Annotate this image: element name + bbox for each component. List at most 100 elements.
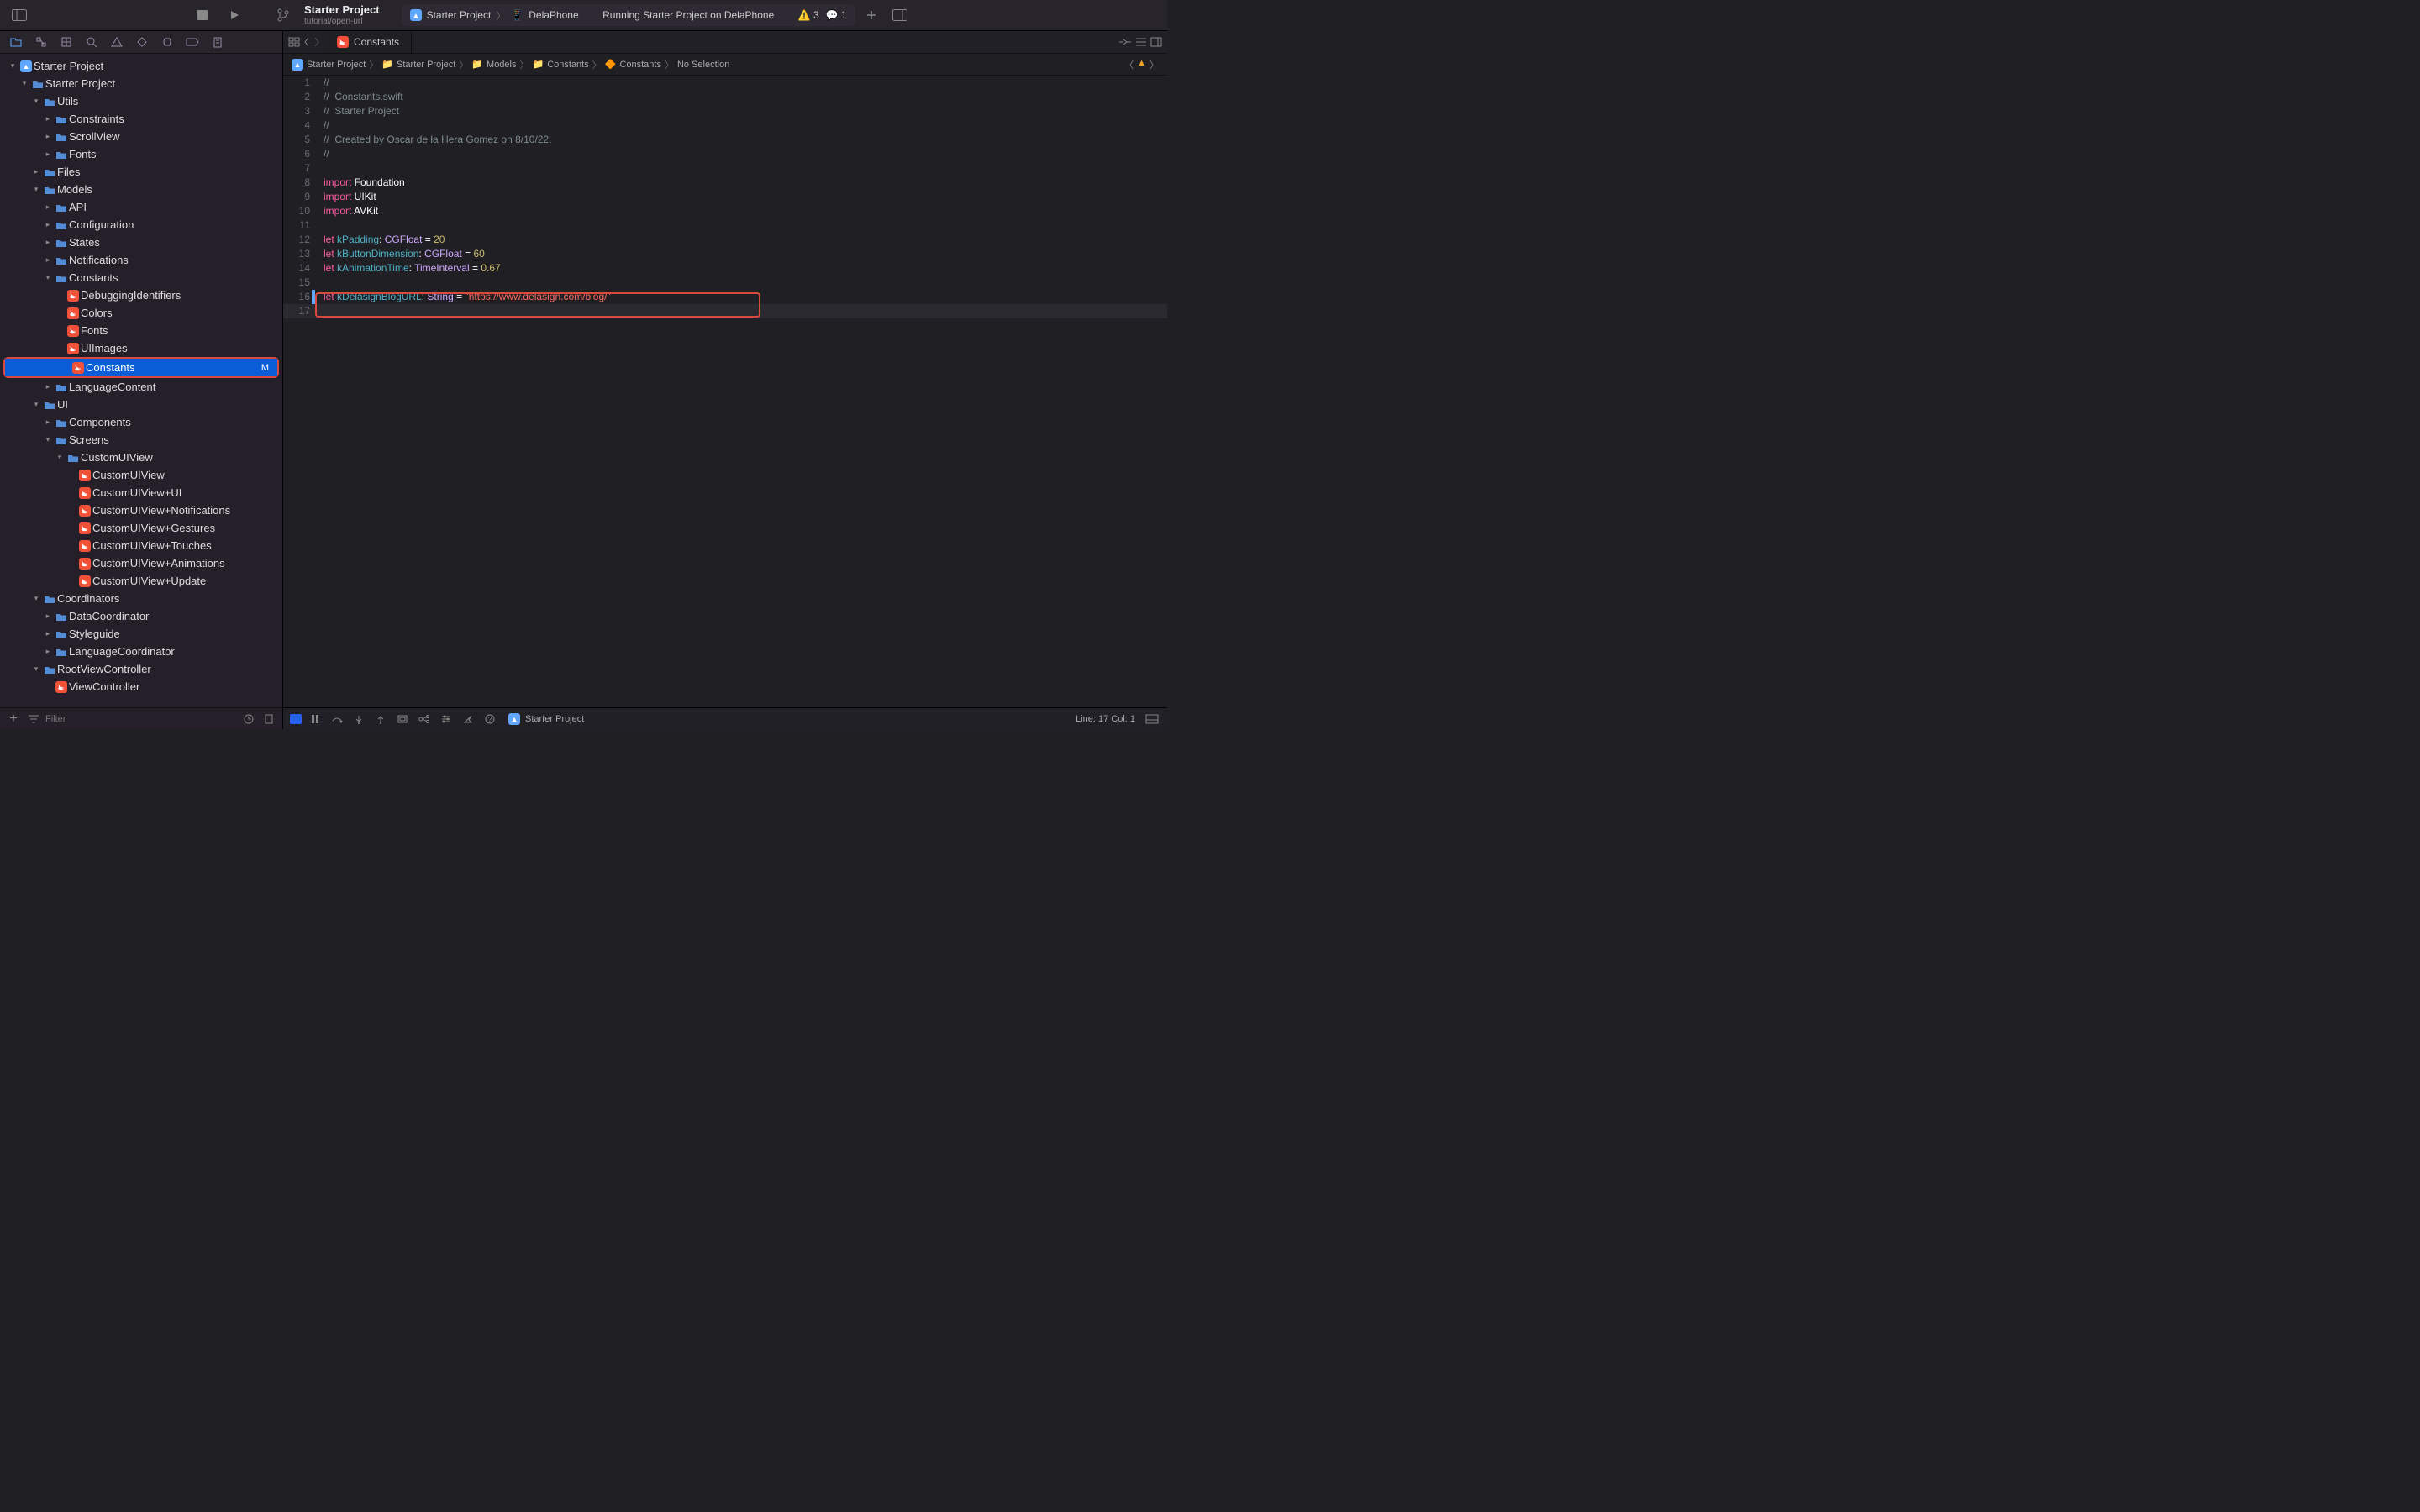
disclosure-chevron[interactable]: ▸	[42, 220, 54, 229]
breakpoint-nav-icon[interactable]	[182, 33, 203, 51]
tree-item-customuiview-notifications[interactable]: CustomUIView+Notifications	[0, 501, 282, 519]
tree-item-constraints[interactable]: ▸Constraints	[0, 110, 282, 128]
step-out-icon[interactable]	[372, 711, 389, 727]
code-line[interactable]: 2// Constants.swift	[283, 90, 1167, 104]
nav-forward-icon[interactable]	[313, 37, 320, 47]
tree-item-colors[interactable]: Colors	[0, 304, 282, 322]
disclosure-chevron[interactable]: ▸	[42, 382, 54, 391]
disclosure-chevron[interactable]: ▾	[54, 453, 66, 462]
disclosure-chevron[interactable]: ▸	[42, 417, 54, 427]
tree-item-uiimages[interactable]: UIImages	[0, 339, 282, 357]
tree-item-datacoordinator[interactable]: ▸DataCoordinator	[0, 607, 282, 625]
code-line[interactable]: 1//	[283, 76, 1167, 90]
code-line[interactable]: 10import AVKit	[283, 204, 1167, 218]
code-line[interactable]: 11	[283, 218, 1167, 233]
recent-files-icon[interactable]	[240, 711, 257, 727]
toggle-console-icon[interactable]	[1144, 711, 1160, 727]
editor-options-icon[interactable]	[1118, 37, 1132, 47]
tree-item-fonts[interactable]: Fonts	[0, 322, 282, 339]
tree-item-configuration[interactable]: ▸Configuration	[0, 216, 282, 234]
code-line[interactable]: 13let kButtonDimension: CGFloat = 60	[283, 247, 1167, 261]
related-items-icon[interactable]	[288, 37, 300, 47]
run-button[interactable]	[224, 5, 245, 25]
code-line[interactable]: 8import Foundation	[283, 176, 1167, 190]
tree-item-models[interactable]: ▾Models	[0, 181, 282, 198]
code-line[interactable]: 3// Starter Project	[283, 104, 1167, 118]
nav-back-icon[interactable]	[303, 37, 310, 47]
disclosure-chevron[interactable]: ▾	[42, 435, 54, 444]
code-editor[interactable]: 1//2// Constants.swift3// Starter Projec…	[283, 76, 1167, 707]
tree-item-scrollview[interactable]: ▸ScrollView	[0, 128, 282, 145]
symbol-nav-icon[interactable]	[55, 33, 77, 51]
toggle-navigator-icon[interactable]	[8, 5, 30, 25]
tree-item-viewcontroller[interactable]: ViewController	[0, 678, 282, 696]
step-over-icon[interactable]	[329, 711, 345, 727]
tree-item-api[interactable]: ▸API	[0, 198, 282, 216]
issue-icon[interactable]: ▲	[1137, 58, 1146, 71]
find-nav-icon[interactable]	[81, 33, 103, 51]
scheme-device[interactable]: DelaPhone	[529, 9, 578, 21]
report-nav-icon[interactable]	[207, 33, 229, 51]
messages-badge[interactable]: 💬 1	[826, 9, 847, 21]
disclosure-chevron[interactable]: ▾	[7, 61, 18, 71]
add-tab-icon[interactable]	[860, 5, 882, 25]
filter-input[interactable]	[45, 714, 237, 724]
add-assistant-icon[interactable]	[1150, 37, 1162, 47]
debug-pause-icon[interactable]	[307, 711, 324, 727]
location-icon[interactable]	[460, 711, 476, 727]
filter-scope-icon[interactable]	[25, 711, 42, 727]
code-line[interactable]: 12let kPadding: CGFloat = 20	[283, 233, 1167, 247]
tree-item-languagecontent[interactable]: ▸LanguageContent	[0, 378, 282, 396]
tree-item-rootviewcontroller[interactable]: ▾RootViewController	[0, 660, 282, 678]
tree-item-ui[interactable]: ▾UI	[0, 396, 282, 413]
tree-item-customuiview-update[interactable]: CustomUIView+Update	[0, 572, 282, 590]
help-icon[interactable]: ?	[481, 711, 498, 727]
tree-item-customuiview[interactable]: CustomUIView	[0, 466, 282, 484]
disclosure-chevron[interactable]: ▾	[42, 273, 54, 282]
disclosure-chevron[interactable]: ▸	[42, 629, 54, 638]
disclosure-chevron[interactable]: ▾	[30, 185, 42, 194]
test-nav-icon[interactable]	[131, 33, 153, 51]
tree-item-coordinators[interactable]: ▾Coordinators	[0, 590, 282, 607]
prev-issue-icon[interactable]: 〈	[1124, 58, 1134, 71]
code-line[interactable]: 9import UIKit	[283, 190, 1167, 204]
warnings-badge[interactable]: ⚠️ 3	[798, 9, 819, 21]
stop-button[interactable]	[192, 5, 213, 25]
tree-item-customuiview-gestures[interactable]: CustomUIView+Gestures	[0, 519, 282, 537]
debug-view-icon[interactable]	[394, 711, 411, 727]
adjust-editor-icon[interactable]	[1135, 37, 1147, 47]
project-nav-icon[interactable]	[5, 33, 27, 51]
tree-item-screens[interactable]: ▾Screens	[0, 431, 282, 449]
code-line[interactable]: 17	[283, 304, 1167, 318]
tree-item-starter-project[interactable]: ▾▲Starter Project	[0, 57, 282, 75]
code-line[interactable]: 16let kDelasignBlogURL: String = "https:…	[283, 290, 1167, 304]
breakpoint-toggle-icon[interactable]	[290, 714, 302, 724]
add-file-icon[interactable]: +	[5, 711, 22, 727]
disclosure-chevron[interactable]: ▾	[30, 594, 42, 603]
disclosure-chevron[interactable]: ▾	[30, 97, 42, 106]
disclosure-chevron[interactable]: ▸	[42, 132, 54, 141]
tree-item-notifications[interactable]: ▸Notifications	[0, 251, 282, 269]
tree-item-constants[interactable]: ▾Constants	[0, 269, 282, 286]
next-issue-icon[interactable]: 〉	[1150, 58, 1159, 71]
memory-graph-icon[interactable]	[416, 711, 433, 727]
branch-icon[interactable]	[272, 5, 294, 25]
issue-nav-icon[interactable]	[106, 33, 128, 51]
code-line[interactable]: 6//	[283, 147, 1167, 161]
tab-constants[interactable]: Constants	[325, 31, 412, 53]
tree-item-customuiview-touches[interactable]: CustomUIView+Touches	[0, 537, 282, 554]
debug-target[interactable]: Starter Project	[525, 714, 584, 724]
disclosure-chevron[interactable]: ▸	[30, 167, 42, 176]
disclosure-chevron[interactable]: ▸	[42, 255, 54, 265]
disclosure-chevron[interactable]: ▸	[42, 612, 54, 621]
file-tree[interactable]: ▾▲Starter Project▾Starter Project▾Utils▸…	[0, 54, 282, 707]
jump-bar[interactable]: ▲Starter Project〉 📁Starter Project〉 📁Mod…	[283, 54, 1167, 76]
code-line[interactable]: 4//	[283, 118, 1167, 133]
code-line[interactable]: 7	[283, 161, 1167, 176]
tree-item-customuiview-animations[interactable]: CustomUIView+Animations	[0, 554, 282, 572]
scheme-name[interactable]: Starter Project	[427, 9, 492, 21]
tree-item-utils[interactable]: ▾Utils	[0, 92, 282, 110]
debug-nav-icon[interactable]	[156, 33, 178, 51]
source-control-nav-icon[interactable]	[30, 33, 52, 51]
tree-item-languagecoordinator[interactable]: ▸LanguageCoordinator	[0, 643, 282, 660]
